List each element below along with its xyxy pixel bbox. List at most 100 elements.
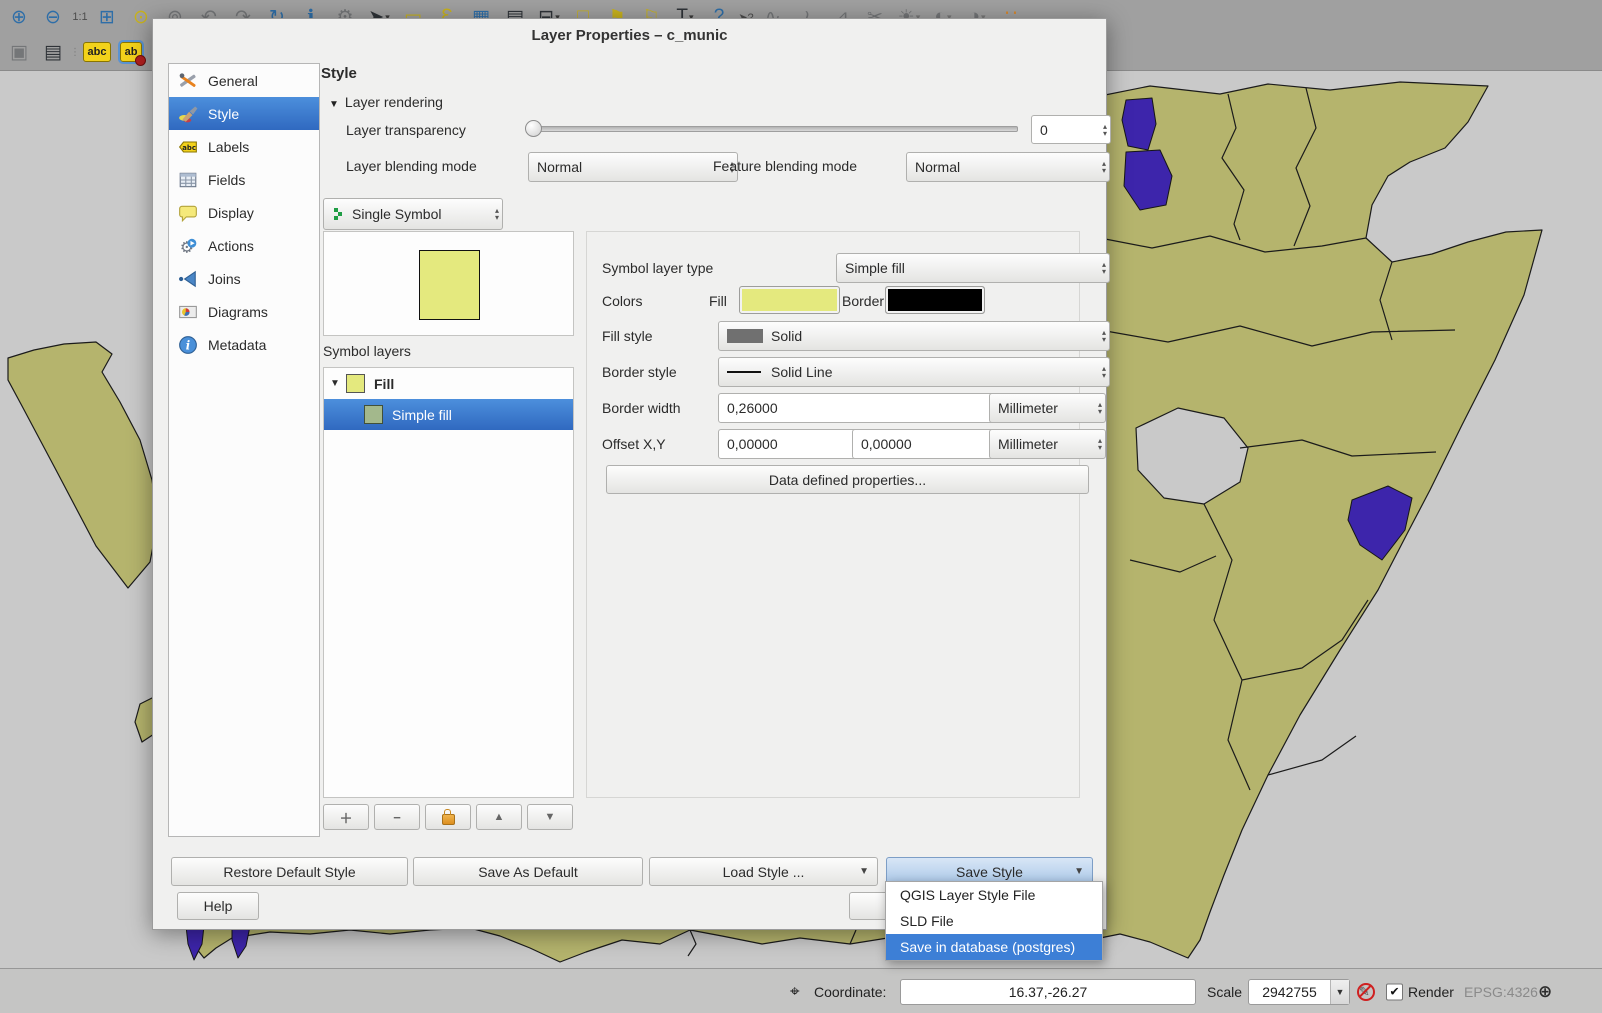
add-symbol-layer-button[interactable]: ＋	[323, 804, 369, 830]
save-as-default-button[interactable]: Save As Default	[413, 857, 643, 886]
up-arrow-icon: ▲	[494, 811, 505, 823]
fields-icon	[177, 169, 199, 191]
transparency-slider-handle[interactable]	[525, 120, 542, 137]
sidebar-item-general[interactable]: General	[169, 64, 319, 97]
solid-line-swatch-icon	[727, 371, 761, 373]
border-width-unit-combo[interactable]: Millimeter ▴▾	[989, 393, 1106, 423]
sidebar-item-style[interactable]: Style	[169, 97, 319, 130]
feature-blending-combo[interactable]: Normal ▴▾	[906, 152, 1110, 182]
renderer-type-combo[interactable]: Single Symbol ▴▾	[323, 198, 503, 230]
save-style-label: Save Style	[956, 864, 1023, 880]
scale-value: 2942755	[1249, 984, 1330, 1000]
layer-properties-dialog: Layer Properties – c_munic GeneralStylea…	[152, 18, 1107, 930]
sidebar-item-diagrams[interactable]: Diagrams	[169, 295, 319, 328]
tree-row-fill[interactable]: ▼ Fill	[324, 368, 573, 399]
display-icon	[177, 202, 199, 224]
sidebar-item-label: Labels	[208, 139, 249, 155]
diagrams-icon	[177, 301, 199, 323]
zoom-out-icon: ⊖	[45, 6, 61, 29]
spin-arrows-icon[interactable]: ▴▾	[1103, 123, 1107, 137]
spin-arrows-icon: ▴▾	[1098, 401, 1102, 415]
crs-globe-icon[interactable]: ⊕	[1538, 982, 1552, 1002]
layer-blending-value: Normal	[537, 159, 582, 175]
menu-item-save-in-database-postgres-[interactable]: Save in database (postgres)	[886, 934, 1102, 960]
coordinate-label: Coordinate:	[814, 984, 886, 1000]
labeling-button[interactable]: abc	[82, 37, 112, 67]
scale-dropdown-icon[interactable]: ▼	[1330, 980, 1349, 1004]
lock-colors-button[interactable]	[425, 804, 471, 830]
menu-item-sld-file[interactable]: SLD File	[886, 908, 1102, 934]
zoom-actual-button[interactable]: 1:1	[72, 2, 88, 32]
zoom-out-button[interactable]: ⊖	[38, 2, 68, 32]
plus-icon: ＋	[339, 808, 352, 827]
zoom-full-button[interactable]: ⊞	[92, 2, 122, 32]
map-land-west	[8, 342, 158, 588]
copy-style-button: ▣	[4, 37, 34, 67]
feature-blending-label: Feature blending mode	[713, 158, 857, 174]
feature-blending-value: Normal	[915, 159, 960, 175]
data-defined-properties-label: Data defined properties...	[769, 472, 926, 488]
transparency-value: 0	[1040, 122, 1048, 138]
fill-style-value: Solid	[771, 328, 802, 344]
move-label-button[interactable]: ab	[116, 37, 146, 67]
layer-blending-combo[interactable]: Normal ▴▾	[528, 152, 738, 182]
restore-default-style-button[interactable]: Restore Default Style	[171, 857, 408, 886]
sidebar-item-display[interactable]: Display	[169, 196, 319, 229]
tree-row-simple-fill[interactable]: Simple fill	[324, 399, 573, 430]
move-down-button[interactable]: ▼	[527, 804, 573, 830]
offset-unit-combo[interactable]: Millimeter ▴▾	[989, 429, 1106, 459]
sidebar-item-labels[interactable]: abcLabels	[169, 130, 319, 163]
transparency-spinbox[interactable]: 0 ▴▾	[1031, 115, 1111, 144]
pencil-icon: ✎	[1359, 984, 1370, 1000]
dialog-title: Layer Properties – c_munic	[153, 27, 1106, 44]
mouse-position-toggle-icon[interactable]: ⌖	[790, 982, 800, 1002]
tree-expand-icon[interactable]: ▼	[324, 378, 346, 389]
border-style-combo[interactable]: Solid Line ▴▾	[718, 357, 1110, 387]
fill-style-combo[interactable]: Solid ▴▾	[718, 321, 1110, 351]
sidebar-item-actions[interactable]: ⚙Actions	[169, 229, 319, 262]
data-defined-properties-button[interactable]: Data defined properties...	[606, 465, 1089, 494]
sidebar-item-label: Metadata	[208, 337, 266, 353]
solid-fill-swatch-icon	[727, 329, 763, 343]
spin-arrows-icon: ▴▾	[1098, 437, 1102, 451]
sidebar-item-metadata[interactable]: iMetadata	[169, 328, 319, 361]
fill-color-button[interactable]	[739, 286, 840, 314]
map-selected-feature	[232, 926, 250, 958]
border-width-spinbox[interactable]: 0,26000 ▴▾	[718, 393, 1013, 423]
border-width-label: Border width	[602, 400, 681, 416]
sidebar-item-joins[interactable]: Joins	[169, 262, 319, 295]
render-checkbox[interactable]: ✔	[1386, 983, 1403, 1000]
minus-icon: −	[393, 810, 401, 825]
single-symbol-icon	[332, 207, 346, 221]
move-up-button[interactable]: ▲	[476, 804, 522, 830]
zoom-in-button[interactable]: ⊕	[4, 2, 34, 32]
layer-rendering-group[interactable]: ▼ Layer rendering	[329, 94, 443, 110]
joins-icon	[177, 268, 199, 290]
collapse-triangle-icon: ▼	[329, 99, 339, 110]
spin-arrows-icon: ▴▾	[1102, 261, 1106, 275]
border-color-button[interactable]	[885, 286, 985, 314]
layer-blending-label: Layer blending mode	[346, 158, 477, 174]
symbol-preview-panel	[323, 231, 574, 336]
fill-symbol-swatch-icon	[346, 374, 365, 393]
map-selected-feature	[1122, 98, 1156, 150]
menu-item-qgis-layer-style-file[interactable]: QGIS Layer Style File	[886, 882, 1102, 908]
symbol-layer-type-combo[interactable]: Simple fill ▴▾	[836, 253, 1110, 283]
paste-style-button[interactable]: ▤	[38, 37, 68, 67]
help-button[interactable]: Help	[177, 892, 259, 920]
layer-rendering-label: Layer rendering	[345, 94, 443, 110]
coordinate-input[interactable]: 16.37,-26.27	[900, 979, 1196, 1005]
offset-y-value: 0,00000	[861, 436, 912, 452]
remove-symbol-layer-button[interactable]: −	[374, 804, 420, 830]
symbol-layer-type-value: Simple fill	[845, 260, 905, 276]
border-width-value: 0,26000	[727, 400, 778, 416]
spin-arrows-icon: ▴▾	[1102, 329, 1106, 343]
sidebar-item-fields[interactable]: Fields	[169, 163, 319, 196]
symbol-layers-label: Symbol layers	[323, 343, 411, 359]
load-style-button[interactable]: Load Style ... ▼	[649, 857, 878, 886]
zoom-full-icon: ⊞	[99, 6, 115, 29]
stop-rendering-icon[interactable]: ✎	[1356, 982, 1376, 1002]
transparency-slider[interactable]	[529, 126, 1018, 132]
lock-icon	[442, 814, 455, 825]
scale-combo[interactable]: 2942755 ▼	[1248, 979, 1350, 1005]
